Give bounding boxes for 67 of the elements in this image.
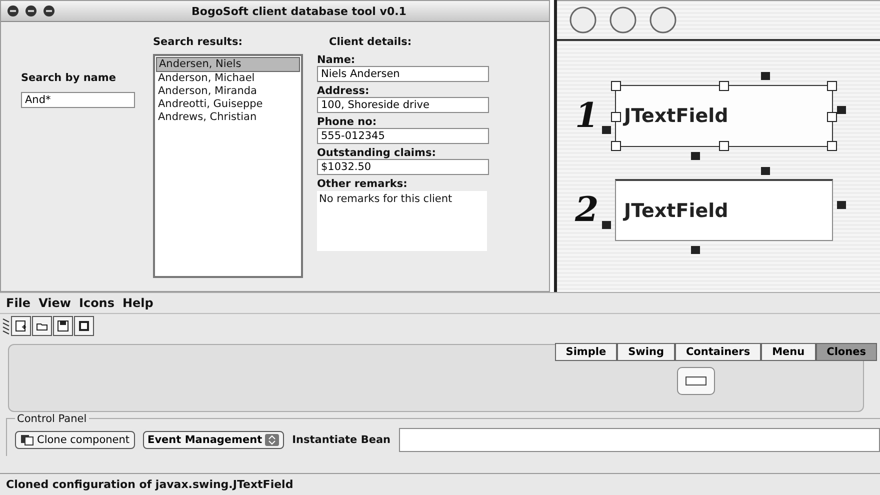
remarks-field[interactable]: No remarks for this client xyxy=(317,191,487,251)
result-item[interactable]: Andersen, Niels xyxy=(156,57,300,72)
resize-handle[interactable] xyxy=(611,112,621,122)
palette-tab[interactable]: Swing xyxy=(617,343,675,361)
menu-item[interactable]: View xyxy=(38,296,71,310)
results-label: Search results: xyxy=(153,36,244,48)
menu-item[interactable]: Icons xyxy=(78,296,114,310)
window-control-icon[interactable] xyxy=(609,6,637,34)
palette-tab[interactable]: Simple xyxy=(554,343,618,361)
clone-icon xyxy=(20,434,34,446)
component-number: 1 xyxy=(575,98,597,134)
resize-handle[interactable] xyxy=(611,81,621,91)
resize-handle[interactable] xyxy=(827,141,837,151)
resize-handle[interactable] xyxy=(827,112,837,122)
anchor-handle[interactable] xyxy=(691,152,700,160)
field-label: Outstanding claims: xyxy=(317,147,437,159)
menu-item[interactable]: Help xyxy=(122,296,154,310)
anchor-handle[interactable] xyxy=(837,106,846,114)
bean-field[interactable] xyxy=(398,428,880,452)
anchor-handle[interactable] xyxy=(602,221,611,229)
new-file-icon[interactable] xyxy=(11,316,31,336)
anchor-handle[interactable] xyxy=(837,201,846,209)
window-control-icon[interactable] xyxy=(7,5,19,17)
input-field[interactable]: $1032.50 xyxy=(317,159,489,175)
window-control-icon[interactable] xyxy=(43,5,55,17)
input-field[interactable]: Niels Andersen xyxy=(317,66,489,82)
palette-tab[interactable]: Containers xyxy=(674,343,762,361)
anchor-handle[interactable] xyxy=(761,72,770,80)
folder-icon[interactable] xyxy=(32,316,52,336)
input-field[interactable]: 555-012345 xyxy=(317,128,489,144)
search-label: Search by name xyxy=(21,72,117,84)
window-control-icon[interactable] xyxy=(649,6,677,34)
search-field[interactable]: And* xyxy=(21,92,135,108)
input-field[interactable]: 100, Shoreside drive xyxy=(317,97,489,113)
results-list[interactable]: Andersen, Niels Anderson, Michael Anderson, Miranda Andreotti, Guiseppe Andrews, Christian xyxy=(153,54,303,278)
window-title: BogoSoft client database tool v0.1 xyxy=(190,4,408,18)
window-control-icon[interactable] xyxy=(25,5,37,17)
palette-tab[interactable]: Clones xyxy=(816,343,877,361)
field-label: Other remarks: xyxy=(317,178,408,190)
clone-button[interactable]: Clone component xyxy=(15,431,135,449)
anchor-handle[interactable] xyxy=(691,246,700,254)
result-item[interactable]: Anderson, Miranda xyxy=(156,85,300,98)
result-item[interactable]: Andreotti, Guiseppe xyxy=(156,98,300,111)
palette-tab[interactable]: Menu xyxy=(761,343,816,361)
window-control-icon[interactable] xyxy=(569,6,597,34)
instantiate-label: Instantiate Bean xyxy=(292,434,391,446)
field-label: Phone no: xyxy=(317,116,378,128)
event-dropdown[interactable]: Event Management xyxy=(142,431,284,449)
resize-handle[interactable] xyxy=(827,81,837,91)
resize-handle[interactable] xyxy=(719,141,729,151)
resize-handle[interactable] xyxy=(719,81,729,91)
resize-handle[interactable] xyxy=(611,141,621,151)
field-label: Address: xyxy=(317,85,370,97)
stepper-arrows-icon xyxy=(265,434,280,446)
anchor-handle[interactable] xyxy=(761,167,770,175)
anchor-handle[interactable] xyxy=(602,126,611,134)
field-label: Name: xyxy=(317,54,356,66)
component-number: 2 xyxy=(575,192,597,228)
menu-item[interactable]: File xyxy=(6,296,31,310)
details-label: Client details: xyxy=(328,36,413,48)
toolbar-grip-icon xyxy=(2,317,10,335)
save-icon[interactable] xyxy=(53,316,73,336)
result-item[interactable]: Andrews, Christian xyxy=(156,111,300,124)
result-item[interactable]: Anderson, Michael xyxy=(156,72,300,85)
save-as-icon[interactable] xyxy=(74,316,94,336)
text-field-icon[interactable] xyxy=(677,367,715,395)
group-title: Control Panel xyxy=(15,413,89,425)
